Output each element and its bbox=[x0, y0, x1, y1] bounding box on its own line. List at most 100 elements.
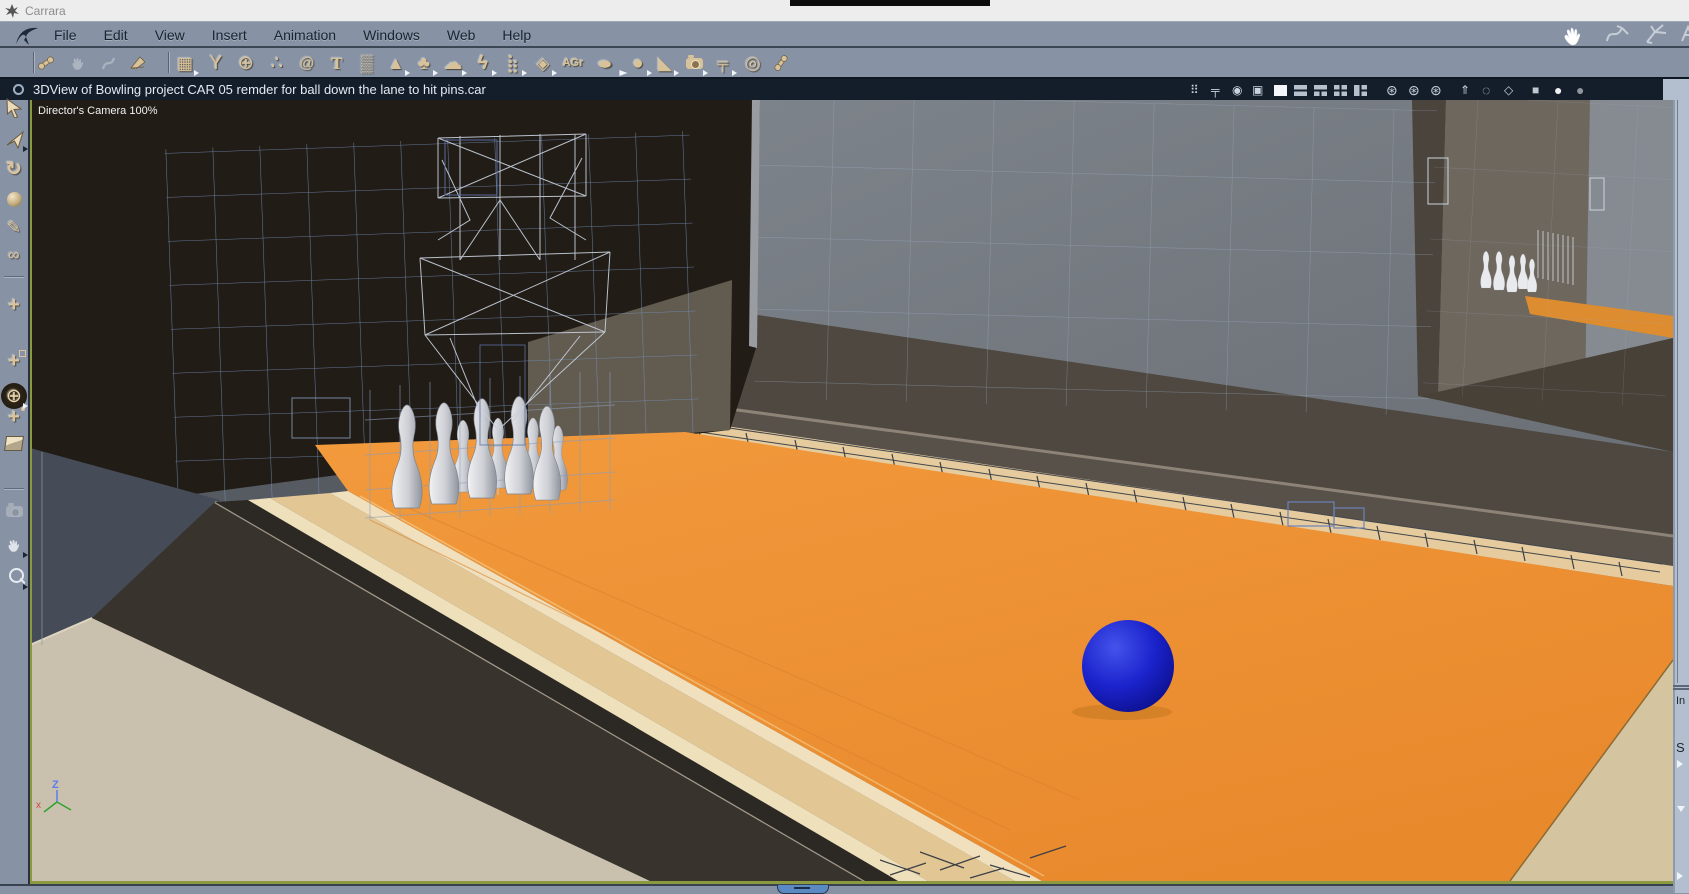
menu-view[interactable]: View bbox=[155, 27, 185, 43]
particle-cloud-icon[interactable]: ⣷ bbox=[500, 50, 527, 76]
layout-four-pane-icon[interactable] bbox=[1334, 83, 1347, 97]
window-title: Carrara bbox=[25, 3, 66, 18]
render-room-icon[interactable] bbox=[1680, 21, 1689, 48]
fire-primitive-icon[interactable]: ▲ bbox=[383, 50, 410, 76]
bounding-cage-icon[interactable]: ▣ bbox=[1252, 83, 1263, 97]
move-tool-icon[interactable]: + bbox=[1, 292, 27, 318]
target-helper-icon[interactable]: ◎ bbox=[740, 50, 766, 76]
menu-edit[interactable]: Edit bbox=[104, 27, 128, 43]
direct-select-tool-icon[interactable] bbox=[1, 126, 28, 152]
mirror-grid bbox=[1422, 94, 1681, 408]
menu-web[interactable]: Web bbox=[447, 27, 476, 43]
stamp-tool-icon[interactable] bbox=[125, 50, 151, 76]
viewport-title: 3DView of Bowling project CAR 05 remder … bbox=[33, 82, 486, 97]
sphere-primitive-icon[interactable]: ⊕ bbox=[233, 50, 259, 76]
viewport-bottom-border bbox=[30, 881, 1673, 884]
expand-right-icon[interactable] bbox=[1677, 872, 1683, 880]
glass-primitive-icon[interactable]: Υ bbox=[203, 50, 229, 76]
link-tool-icon[interactable]: ∞ bbox=[1, 243, 27, 269]
gray-wall-grid bbox=[754, 92, 1437, 416]
cloud-primitive-icon[interactable]: ☁ bbox=[440, 50, 467, 76]
menu-file[interactable]: File bbox=[54, 27, 77, 43]
flyout-arrow-icon bbox=[23, 403, 28, 409]
wrench-tool-icon[interactable] bbox=[95, 50, 121, 76]
spiral-primitive-icon[interactable]: @ bbox=[294, 50, 320, 76]
app-icon bbox=[5, 3, 19, 18]
particles-primitive-icon[interactable]: ▒ bbox=[354, 50, 380, 76]
layout-l-pane-icon[interactable] bbox=[1354, 83, 1367, 97]
rotate-tool-icon[interactable]: ↻ bbox=[1, 156, 27, 182]
assemble-room-icon[interactable] bbox=[1560, 21, 1596, 48]
send-to-camera-icon[interactable]: ⇑ bbox=[1460, 83, 1470, 97]
panel-groove bbox=[1677, 100, 1678, 683]
model-room-icon[interactable] bbox=[1602, 21, 1636, 48]
camera-front-view-icon[interactable]: ⊛ bbox=[1386, 83, 1398, 97]
flame-primitive-icon[interactable]: ϟ bbox=[470, 50, 497, 76]
pan-view-tool-icon[interactable] bbox=[1, 532, 28, 558]
flyout-arrow-icon bbox=[552, 70, 557, 76]
layout-two-pane-icon[interactable] bbox=[1294, 83, 1307, 97]
flyout-arrow-icon bbox=[405, 70, 410, 76]
camera-label: Director's Camera 100% bbox=[38, 105, 158, 117]
viewport-left-border bbox=[30, 100, 32, 884]
camera-side-view-icon[interactable]: ⊛ bbox=[1408, 83, 1420, 97]
flyout-arrow-icon bbox=[194, 70, 199, 76]
bowling-ball[interactable] bbox=[1082, 620, 1174, 712]
text-primitive-icon[interactable]: T bbox=[324, 50, 350, 76]
toolbar-separator bbox=[168, 52, 169, 73]
select-tool-icon[interactable] bbox=[1, 94, 27, 120]
pan-hand-tool-icon[interactable] bbox=[65, 50, 91, 76]
flyout-arrow-icon bbox=[703, 70, 708, 76]
spotlight-object-icon[interactable]: ◣ bbox=[652, 50, 679, 76]
working-box-tool-icon[interactable] bbox=[1, 430, 27, 456]
smooth-shade-mode-icon[interactable]: ● bbox=[1554, 83, 1562, 97]
hierarchy-node-icon[interactable]: ╤ bbox=[1211, 83, 1220, 97]
right-panel-strip: In S bbox=[1673, 100, 1689, 893]
rock-primitive-icon[interactable]: ● bbox=[625, 50, 652, 76]
camera-object-icon[interactable] bbox=[681, 50, 708, 76]
menu-insert[interactable]: Insert bbox=[212, 27, 247, 43]
layout-three-pane-icon[interactable] bbox=[1314, 83, 1327, 97]
carrara-logo-icon bbox=[16, 27, 38, 45]
textured-shade-mode-icon[interactable]: ● bbox=[1576, 83, 1584, 97]
texture-room-icon[interactable] bbox=[1642, 21, 1676, 48]
joint-bone-tool-icon[interactable] bbox=[33, 50, 59, 76]
flyout-arrow-icon bbox=[23, 552, 28, 558]
flyout-arrow-icon bbox=[462, 70, 467, 76]
sequencer-panel-tab[interactable]: S bbox=[1676, 740, 1685, 755]
flyout-arrow-icon bbox=[522, 70, 527, 76]
group-hierarchy-icon[interactable]: ╤ bbox=[710, 50, 737, 76]
flat-shade-mode-icon[interactable]: ■ bbox=[1532, 83, 1539, 97]
sphere-view-icon[interactable]: ◉ bbox=[1232, 83, 1242, 97]
menu-help[interactable]: Help bbox=[502, 27, 531, 43]
render-camera-tool-icon[interactable] bbox=[1, 498, 27, 524]
eyedropper-tool-icon[interactable]: ✎ bbox=[1, 215, 27, 241]
terrain-primitive-icon[interactable]: ● bbox=[584, 50, 628, 76]
zoom-view-tool-icon[interactable] bbox=[1, 564, 28, 590]
menu-windows[interactable]: Windows bbox=[363, 27, 420, 43]
fountain-primitive-icon[interactable]: ◈ bbox=[530, 50, 557, 76]
universal-manipulator-tool-icon[interactable]: ⊕ bbox=[1, 383, 28, 409]
expand-down-icon[interactable] bbox=[1677, 806, 1685, 812]
tree-primitive-icon[interactable]: ♣ bbox=[411, 50, 438, 76]
wireframe-mode-icon[interactable]: ◇ bbox=[1504, 83, 1513, 97]
layout-single-pane-icon[interactable] bbox=[1274, 83, 1287, 97]
move-plane-tool-icon[interactable]: + bbox=[1, 348, 27, 374]
expand-right-icon[interactable] bbox=[1677, 760, 1683, 768]
instances-panel-tab[interactable]: In bbox=[1676, 695, 1685, 707]
scene-floor-icon[interactable]: ▦ bbox=[172, 50, 199, 76]
viewport-canvas[interactable]: Z x Director's Camera 100% bbox=[29, 92, 1681, 883]
menu-animation[interactable]: Animation bbox=[274, 27, 336, 43]
camera-top-view-icon[interactable]: ⊛ bbox=[1430, 83, 1442, 97]
flyout-arrow-icon bbox=[732, 70, 737, 76]
panel-divider[interactable] bbox=[1673, 685, 1689, 687]
bone-tool-icon[interactable] bbox=[768, 50, 794, 76]
auto-group-tool-icon[interactable]: AGr bbox=[560, 50, 586, 76]
sidebar-divider bbox=[4, 488, 24, 489]
dotted-sphere-icon[interactable]: ◌ bbox=[1482, 83, 1490, 97]
viewport-titlebar-corner bbox=[1663, 79, 1689, 100]
reference-paw-icon[interactable]: ⠿ bbox=[1190, 83, 1199, 97]
scale-tool-icon[interactable] bbox=[1, 186, 27, 212]
viewport-titlebar: 3DView of Bowling project CAR 05 remder … bbox=[0, 79, 1663, 100]
metaball-primitive-icon[interactable]: ∴ bbox=[264, 50, 290, 76]
